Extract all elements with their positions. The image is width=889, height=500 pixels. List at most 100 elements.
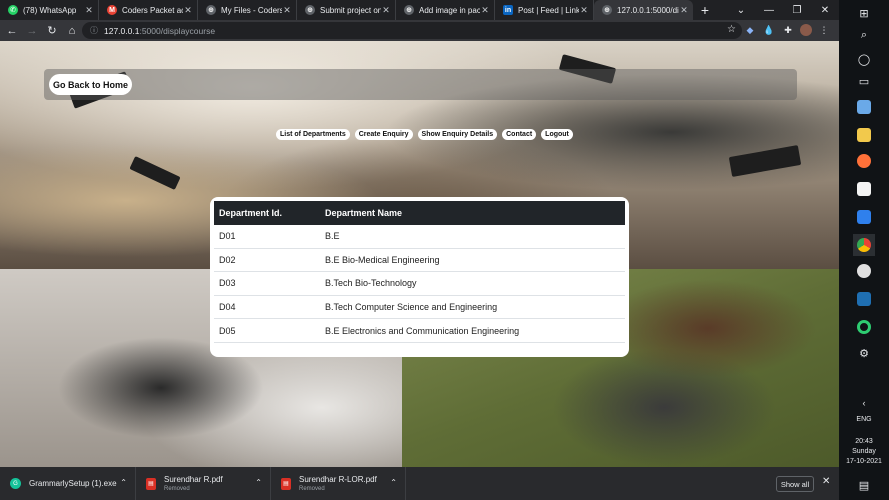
nav-list-of-departments[interactable]: List of Departments [276,129,350,140]
close-tab-icon[interactable]: ✕ [480,5,490,16]
nav-logout[interactable]: Logout [541,129,573,140]
notepad-app-icon[interactable] [853,96,875,118]
settings-gear-icon[interactable]: ⚙ [853,342,875,364]
file-explorer-icon[interactable] [853,124,875,146]
app-icon[interactable] [853,316,875,338]
nav-create-enquiry[interactable]: Create Enquiry [354,129,413,140]
chrome-icon[interactable] [853,234,875,256]
gmail-icon: M [107,5,117,15]
chevron-up-icon[interactable]: ⌃ [120,478,127,487]
tab-search-icon[interactable]: ⌄ [727,0,755,20]
close-tab-icon[interactable]: ✕ [679,5,689,16]
downloads-bar: G GrammarlySetup (1).exe ⌃ ▤ Surendhar R… [0,467,839,500]
show-all-button[interactable]: Show all [776,476,814,492]
bookmark-star-icon[interactable]: ☆ [727,24,736,35]
info-icon[interactable]: ⓘ [90,25,98,36]
tab-title: My Files - Coders P [221,5,282,15]
firefox-icon[interactable] [853,150,875,172]
cortana-icon[interactable]: ◯ [853,48,875,70]
close-tab-icon[interactable]: ✕ [183,5,193,16]
tab-my-files[interactable]: ⊕ My Files - Coders P ✕ [198,0,297,20]
windows-start-icon[interactable]: ⊞ [853,2,875,24]
notification-icon[interactable]: ▤ [853,474,875,496]
tab-add-image[interactable]: ⊕ Add image in packa ✕ [396,0,495,20]
department-name-cell: B.Tech Bio-Technology [325,278,417,289]
app-icon[interactable] [853,260,875,282]
close-icon[interactable]: ✕ [822,476,830,487]
restore-icon[interactable]: ❐ [783,0,811,20]
download-item[interactable]: ▤ Surendhar R-LOR.pdf Removed ⌃ [271,467,406,500]
puzzle-icon[interactable]: ✚ [781,22,795,38]
tab-gmail[interactable]: M Coders Packet acco ✕ [99,0,198,20]
tab-strip: ✆ (78) WhatsApp ✕ M Coders Packet acco ✕… [0,0,839,20]
close-tab-icon[interactable]: ✕ [282,5,292,16]
tab-localhost[interactable]: ⊕ 127.0.0.1:5000/disp ✕ [594,0,693,20]
header-department-name: Department Name [325,208,403,218]
window-controls: ⌄ — ❐ ✕ [727,0,839,20]
tab-whatsapp[interactable]: ✆ (78) WhatsApp ✕ [0,0,99,20]
table-header: Department Id. Department Name [214,201,625,225]
grammarly-icon: G [10,478,21,489]
department-id-cell: D02 [219,254,236,265]
download-item[interactable]: G GrammarlySetup (1).exe ⌃ [0,467,136,500]
language-indicator[interactable]: ENG [839,416,889,423]
chevron-up-icon[interactable]: ⌃ [390,478,397,487]
department-name-cell: B.E [325,231,340,242]
store-icon[interactable] [853,178,875,200]
linkedin-icon: in [503,5,513,15]
toolbar: ← → ↻ ⌂ ⓘ 127.0.0.1:5000/displaycourse ☆… [0,20,839,41]
close-tab-icon[interactable]: ✕ [84,5,94,16]
download-item[interactable]: ▤ Surendhar R.pdf Removed ⌃ [136,467,271,500]
go-back-home-button[interactable]: Go Back to Home [49,74,132,95]
search-icon[interactable]: ⌕ [853,24,875,46]
tab-title: 127.0.0.1:5000/disp [617,5,679,15]
table-row: D02 B.E Bio-Medical Engineering [214,249,625,273]
tab-linkedin[interactable]: in Post | Feed | Linked ✕ [495,0,594,20]
minimize-icon[interactable]: — [755,0,783,20]
home-icon[interactable]: ⌂ [62,21,82,41]
menu-dots-icon[interactable]: ⋮ [817,22,831,38]
clock-time[interactable]: 20:43 [839,438,889,445]
windows-taskbar: ⊞ ⌕ ◯ ▭ ⚙ ‹ ENG 20:43 Sunday 17-10-2021 … [839,0,889,500]
url-host: 127.0.0.1 [104,25,140,36]
new-tab-button[interactable]: + [693,0,717,20]
drop-extension-icon[interactable]: 💧 [762,22,776,38]
chevron-up-icon[interactable]: ⌃ [255,478,262,487]
profile-avatar[interactable] [800,24,812,36]
close-tab-icon[interactable]: ✕ [381,5,391,16]
tab-title: Coders Packet acco [122,5,183,15]
vscode-icon[interactable] [853,288,875,310]
download-filename: Surendhar R-LOR.pdf [299,475,377,484]
header-panel [44,69,797,100]
extensions: ◆ 💧 ✚ ⋮ [743,22,831,38]
task-view-icon[interactable]: ▭ [853,70,875,92]
forward-icon[interactable]: → [22,21,42,41]
close-tab-icon[interactable]: ✕ [579,5,589,16]
nav-contact[interactable]: Contact [502,129,537,140]
department-id-cell: D03 [219,278,236,289]
address-bar[interactable]: ⓘ 127.0.0.1:5000/displaycourse ☆ [82,22,742,39]
nav-show-enquiry-details[interactable]: Show Enquiry Details [417,129,498,140]
download-filename: GrammarlySetup (1).exe [29,479,117,488]
globe-icon: ⊕ [206,5,216,15]
department-id-cell: D01 [219,231,236,242]
department-name-cell: B.E Bio-Medical Engineering [325,254,440,265]
app-icon[interactable] [853,206,875,228]
table-row: D04 B.Tech Computer Science and Engineer… [214,296,625,320]
table-row: D01 B.E [214,225,625,249]
tab-title: Submit project on [320,5,381,15]
whatsapp-icon: ✆ [8,5,18,15]
tab-title: (78) WhatsApp [23,5,77,15]
table-row: D05 B.E Electronics and Communication En… [214,319,625,343]
clock-day: Sunday [852,448,876,455]
close-window-icon[interactable]: ✕ [811,0,839,20]
tab-submit-project[interactable]: ⊕ Submit project on ✕ [297,0,396,20]
pdf-icon: ▤ [281,477,291,490]
chevron-left-icon[interactable]: ‹ [853,392,875,414]
reload-icon[interactable]: ↻ [42,21,62,41]
tab-title: Post | Feed | Linked [518,5,579,15]
extension-badge-icon[interactable]: ◆ [743,22,757,38]
pdf-icon: ▤ [146,477,156,490]
back-icon[interactable]: ← [2,21,22,41]
download-status: Removed [164,486,190,492]
